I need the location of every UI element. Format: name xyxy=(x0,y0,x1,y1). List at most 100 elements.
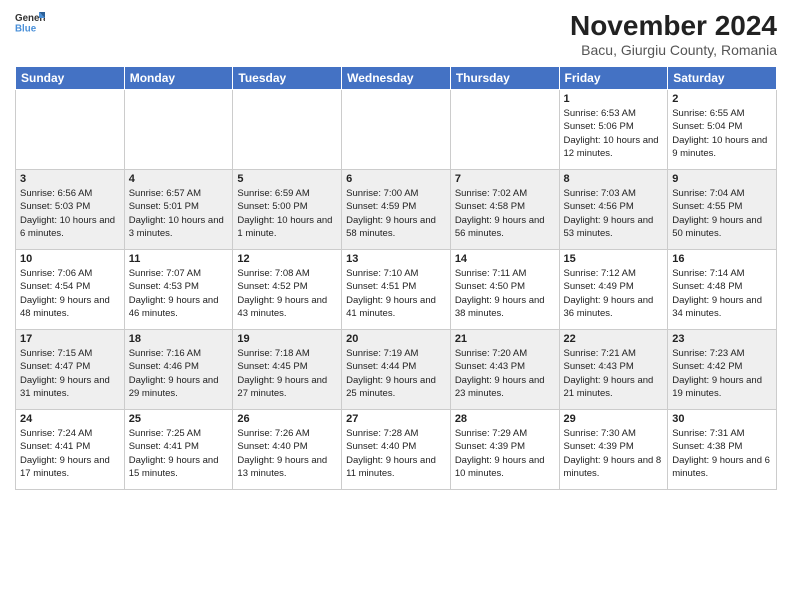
svg-text:Blue: Blue xyxy=(15,24,37,35)
calendar-cell: 8 Sunrise: 7:03 AM Sunset: 4:56 PM Daylig… xyxy=(559,170,668,250)
day-number: 30 xyxy=(672,413,772,425)
day-number: 5 xyxy=(237,173,337,185)
calendar-cell: 27 Sunrise: 7:28 AM Sunset: 4:40 PM Dayli… xyxy=(342,410,451,490)
calendar-week-5: 24 Sunrise: 7:24 AM Sunset: 4:41 PM Dayli… xyxy=(16,410,777,490)
day-info: Sunrise: 7:19 AM Sunset: 4:44 PM Dayligh… xyxy=(346,347,446,400)
page-container: General Blue November 2024 Bacu, Giurgiu… xyxy=(0,0,792,500)
calendar-cell: 15Sunrise: 7:12 AM Sunset: 4:49 PM Dayli… xyxy=(559,250,668,330)
day-info: Sunrise: 7:24 AM Sunset: 4:41 PM Dayligh… xyxy=(20,427,120,480)
day-info: Sunrise: 7:14 AM Sunset: 4:48 PM Dayligh… xyxy=(672,267,772,320)
day-info: Sunrise: 7:30 AM Sunset: 4:39 PM Dayligh… xyxy=(564,427,664,480)
day-number: 27 xyxy=(346,413,446,425)
day-info: Sunrise: 7:03 AM Sunset: 4:56 PM Dayligh… xyxy=(564,187,664,240)
calendar-week-4: 17Sunrise: 7:15 AM Sunset: 4:47 PM Dayli… xyxy=(16,330,777,410)
day-number: 26 xyxy=(237,413,337,425)
day-number: 21 xyxy=(455,333,555,345)
day-number: 1 xyxy=(564,93,664,105)
calendar-cell: 30 Sunrise: 7:31 AM Sunset: 4:38 PM Dayli… xyxy=(668,410,777,490)
day-info: Sunrise: 7:02 AM Sunset: 4:58 PM Dayligh… xyxy=(455,187,555,240)
day-info: Sunrise: 6:53 AM Sunset: 5:06 PM Dayligh… xyxy=(564,107,664,160)
day-info: Sunrise: 7:28 AM Sunset: 4:40 PM Dayligh… xyxy=(346,427,446,480)
day-info: Sunrise: 6:59 AM Sunset: 5:00 PM Dayligh… xyxy=(237,187,337,240)
day-number: 23 xyxy=(672,333,772,345)
calendar-cell: 25 Sunrise: 7:25 AM Sunset: 4:41 PM Dayli… xyxy=(124,410,233,490)
calendar-cell: 23 Sunrise: 7:23 AM Sunset: 4:42 PM Dayli… xyxy=(668,330,777,410)
calendar-cell: 13Sunrise: 7:10 AM Sunset: 4:51 PM Dayli… xyxy=(342,250,451,330)
calendar-cell: 29 Sunrise: 7:30 AM Sunset: 4:39 PM Dayli… xyxy=(559,410,668,490)
calendar-cell: 3 Sunrise: 6:56 AM Sunset: 5:03 PM Daylig… xyxy=(16,170,125,250)
calendar-cell: 12 Sunrise: 7:08 AM Sunset: 4:52 PM Dayli… xyxy=(233,250,342,330)
calendar-week-1: 1 Sunrise: 6:53 AM Sunset: 5:06 PM Daylig… xyxy=(16,90,777,170)
day-info: Sunrise: 7:31 AM Sunset: 4:38 PM Dayligh… xyxy=(672,427,772,480)
day-number: 28 xyxy=(455,413,555,425)
calendar-cell: 11 Sunrise: 7:07 AM Sunset: 4:53 PM Dayli… xyxy=(124,250,233,330)
header-wednesday: Wednesday xyxy=(342,67,451,90)
calendar-cell: 20 Sunrise: 7:19 AM Sunset: 4:44 PM Dayli… xyxy=(342,330,451,410)
day-number: 10 xyxy=(20,253,120,265)
header-tuesday: Tuesday xyxy=(233,67,342,90)
day-number: 11 xyxy=(129,253,229,265)
calendar-week-3: 10 Sunrise: 7:06 AM Sunset: 4:54 PM Dayli… xyxy=(16,250,777,330)
calendar-cell: 6Sunrise: 7:00 AM Sunset: 4:59 PM Daylig… xyxy=(342,170,451,250)
day-number: 18 xyxy=(129,333,229,345)
calendar-cell: 1 Sunrise: 6:53 AM Sunset: 5:06 PM Daylig… xyxy=(559,90,668,170)
day-number: 24 xyxy=(20,413,120,425)
location-subtitle: Bacu, Giurgiu County, Romania xyxy=(570,42,777,58)
day-info: Sunrise: 7:21 AM Sunset: 4:43 PM Dayligh… xyxy=(564,347,664,400)
day-info: Sunrise: 7:12 AM Sunset: 4:49 PM Dayligh… xyxy=(564,267,664,320)
header-thursday: Thursday xyxy=(450,67,559,90)
header-friday: Friday xyxy=(559,67,668,90)
day-number: 22 xyxy=(564,333,664,345)
day-info: Sunrise: 7:16 AM Sunset: 4:46 PM Dayligh… xyxy=(129,347,229,400)
day-number: 25 xyxy=(129,413,229,425)
month-title: November 2024 xyxy=(570,10,777,42)
calendar-table: Sunday Monday Tuesday Wednesday Thursday… xyxy=(15,66,777,490)
calendar-week-2: 3 Sunrise: 6:56 AM Sunset: 5:03 PM Daylig… xyxy=(16,170,777,250)
day-info: Sunrise: 7:25 AM Sunset: 4:41 PM Dayligh… xyxy=(129,427,229,480)
day-info: Sunrise: 7:08 AM Sunset: 4:52 PM Dayligh… xyxy=(237,267,337,320)
day-number: 13 xyxy=(346,253,446,265)
calendar-cell: 10 Sunrise: 7:06 AM Sunset: 4:54 PM Dayli… xyxy=(16,250,125,330)
day-info: Sunrise: 7:06 AM Sunset: 4:54 PM Dayligh… xyxy=(20,267,120,320)
header-sunday: Sunday xyxy=(16,67,125,90)
header-monday: Monday xyxy=(124,67,233,90)
calendar-cell: 21 Sunrise: 7:20 AM Sunset: 4:43 PM Dayli… xyxy=(450,330,559,410)
day-info: Sunrise: 7:23 AM Sunset: 4:42 PM Dayligh… xyxy=(672,347,772,400)
day-info: Sunrise: 7:18 AM Sunset: 4:45 PM Dayligh… xyxy=(237,347,337,400)
day-info: Sunrise: 6:56 AM Sunset: 5:03 PM Dayligh… xyxy=(20,187,120,240)
day-number: 12 xyxy=(237,253,337,265)
day-number: 4 xyxy=(129,173,229,185)
day-info: Sunrise: 6:55 AM Sunset: 5:04 PM Dayligh… xyxy=(672,107,772,160)
day-number: 9 xyxy=(672,173,772,185)
day-number: 14 xyxy=(455,253,555,265)
day-number: 20 xyxy=(346,333,446,345)
calendar-cell: 17Sunrise: 7:15 AM Sunset: 4:47 PM Dayli… xyxy=(16,330,125,410)
day-number: 7 xyxy=(455,173,555,185)
day-info: Sunrise: 7:29 AM Sunset: 4:39 PM Dayligh… xyxy=(455,427,555,480)
day-number: 2 xyxy=(672,93,772,105)
calendar-cell: 24 Sunrise: 7:24 AM Sunset: 4:41 PM Dayli… xyxy=(16,410,125,490)
day-info: Sunrise: 7:07 AM Sunset: 4:53 PM Dayligh… xyxy=(129,267,229,320)
calendar-cell: 4Sunrise: 6:57 AM Sunset: 5:01 PM Daylig… xyxy=(124,170,233,250)
day-number: 6 xyxy=(346,173,446,185)
title-section: November 2024 Bacu, Giurgiu County, Roma… xyxy=(570,10,777,58)
calendar-cell: 19 Sunrise: 7:18 AM Sunset: 4:45 PM Dayli… xyxy=(233,330,342,410)
day-number: 19 xyxy=(237,333,337,345)
day-number: 8 xyxy=(564,173,664,185)
day-info: Sunrise: 7:26 AM Sunset: 4:40 PM Dayligh… xyxy=(237,427,337,480)
calendar-cell xyxy=(342,90,451,170)
calendar-cell xyxy=(16,90,125,170)
calendar-cell: 26 Sunrise: 7:26 AM Sunset: 4:40 PM Dayli… xyxy=(233,410,342,490)
calendar-cell: 18 Sunrise: 7:16 AM Sunset: 4:46 PM Dayli… xyxy=(124,330,233,410)
header: General Blue November 2024 Bacu, Giurgiu… xyxy=(15,10,777,58)
day-info: Sunrise: 7:20 AM Sunset: 4:43 PM Dayligh… xyxy=(455,347,555,400)
calendar-cell xyxy=(233,90,342,170)
calendar-cell xyxy=(124,90,233,170)
day-number: 29 xyxy=(564,413,664,425)
calendar-cell: 14Sunrise: 7:11 AM Sunset: 4:50 PM Dayli… xyxy=(450,250,559,330)
day-number: 3 xyxy=(20,173,120,185)
calendar-cell: 16Sunrise: 7:14 AM Sunset: 4:48 PM Dayli… xyxy=(668,250,777,330)
calendar-cell: 28 Sunrise: 7:29 AM Sunset: 4:39 PM Dayli… xyxy=(450,410,559,490)
calendar-cell: 9Sunrise: 7:04 AM Sunset: 4:55 PM Daylig… xyxy=(668,170,777,250)
calendar-cell xyxy=(450,90,559,170)
